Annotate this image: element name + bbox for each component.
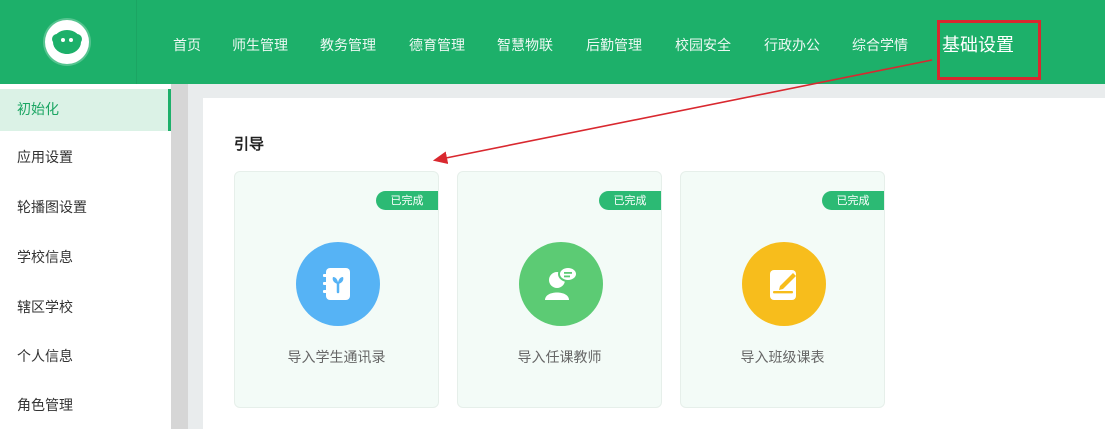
main-content: 引导 已完成 导入学生通讯录 已完成 导入任课教师 已完成 导入班级课表	[203, 98, 1105, 429]
nav-item-overall-status[interactable]: 综合学情	[852, 36, 908, 56]
card-label: 导入任课教师	[517, 350, 602, 366]
nav-item-home[interactable]: 首页	[173, 36, 201, 56]
card-import-class-schedule[interactable]: 已完成 导入班级课表	[680, 171, 885, 408]
nav-item-academic-affairs[interactable]: 教务管理	[320, 36, 376, 56]
nav-item-teacher-student[interactable]: 师生管理	[232, 36, 288, 56]
sidebar-item-carousel-settings[interactable]: 轮播图设置	[0, 187, 171, 229]
status-badge: 已完成	[599, 191, 661, 210]
nav-item-basic-settings[interactable]: 基础设置	[942, 33, 1014, 59]
sidebar-item-role-management[interactable]: 角色管理	[0, 385, 171, 427]
sidebar-item-personal-info[interactable]: 个人信息	[0, 336, 171, 378]
status-badge: 已完成	[376, 191, 438, 210]
schedule-edit-icon	[742, 242, 826, 326]
nav-item-campus-safety[interactable]: 校园安全	[675, 36, 731, 56]
sidebar-scrollbar[interactable]	[171, 84, 188, 429]
card-label: 导入学生通讯录	[287, 350, 386, 366]
nav-item-smart-iot[interactable]: 智慧物联	[497, 36, 553, 56]
card-import-teachers[interactable]: 已完成 导入任课教师	[457, 171, 662, 408]
sidebar-item-district-schools[interactable]: 辖区学校	[0, 287, 171, 329]
sidebar-item-school-info[interactable]: 学校信息	[0, 237, 171, 279]
logo-area	[0, 0, 137, 84]
sidebar-item-initialize[interactable]: 初始化	[0, 89, 171, 131]
teacher-icon	[519, 242, 603, 326]
card-import-student-contacts[interactable]: 已完成 导入学生通讯录	[234, 171, 439, 408]
section-title: 引导	[234, 135, 265, 153]
elephant-logo-icon[interactable]	[45, 20, 89, 64]
sidebar: 初始化 应用设置 轮播图设置 学校信息 辖区学校 个人信息 角色管理	[0, 84, 171, 429]
status-badge: 已完成	[822, 191, 884, 210]
card-label: 导入班级课表	[740, 350, 825, 366]
sidebar-item-app-settings[interactable]: 应用设置	[0, 137, 171, 179]
nav-item-moral-education[interactable]: 德育管理	[409, 36, 465, 56]
nav-item-logistics[interactable]: 后勤管理	[586, 36, 642, 56]
nav-item-administration[interactable]: 行政办公	[764, 36, 820, 56]
contact-book-icon	[296, 242, 380, 326]
top-nav-bar: 首页 师生管理 教务管理 德育管理 智慧物联 后勤管理 校园安全 行政办公 综合…	[0, 0, 1105, 84]
